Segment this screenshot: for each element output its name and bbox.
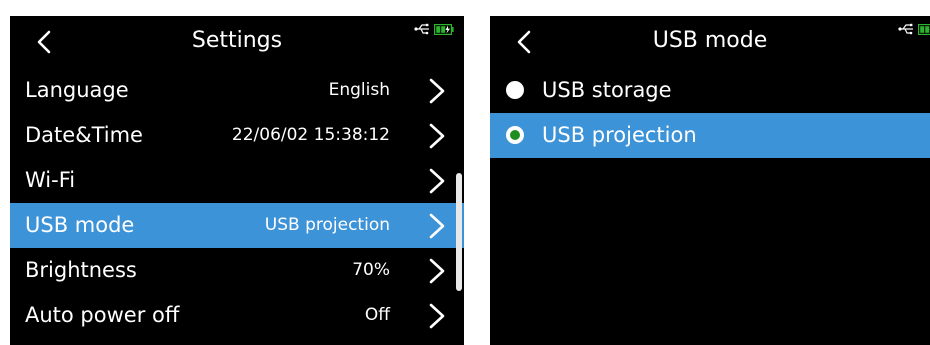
battery-charging-icon [918, 23, 930, 35]
usb-mode-screen: USB mode USB storage USB projection [490, 16, 930, 345]
row-value: USB projection [264, 215, 390, 235]
row-label: USB mode [25, 213, 135, 237]
option-label: USB projection [542, 123, 697, 147]
row-label: Date&Time [25, 123, 143, 147]
row-brightness[interactable]: Brightness 70% [10, 248, 464, 293]
usb-icon [414, 23, 429, 35]
option-usb-storage[interactable]: USB storage [490, 68, 930, 113]
row-value: 22/06/02 15:38:12 [231, 125, 390, 145]
row-language[interactable]: Language English [10, 68, 464, 113]
row-auto-power-off[interactable]: Auto power off Off [10, 293, 464, 338]
row-wifi[interactable]: Wi-Fi [10, 158, 464, 203]
chevron-right-icon [429, 168, 445, 194]
row-label: Brightness [25, 258, 137, 282]
chevron-right-icon [429, 123, 445, 149]
row-date-time[interactable]: Date&Time 22/06/02 15:38:12 [10, 113, 464, 158]
battery-charging-icon [434, 23, 454, 35]
option-usb-projection[interactable]: USB projection [490, 113, 930, 158]
status-bar [898, 22, 930, 36]
settings-screen: Settings Language English Date&Time 22/0… [10, 16, 464, 345]
row-value: English [328, 80, 390, 100]
page-title: Settings [191, 28, 283, 53]
chevron-right-icon [429, 213, 445, 239]
row-value: Off [364, 305, 390, 325]
row-usb-mode[interactable]: USB mode USB projection [10, 203, 464, 248]
row-label: Auto power off [25, 303, 180, 327]
chevron-right-icon [429, 258, 445, 284]
radio-checked-icon[interactable] [506, 126, 524, 144]
chevron-right-icon [429, 78, 445, 104]
scrollbar[interactable] [456, 173, 462, 291]
usb-icon [898, 23, 913, 35]
chevron-right-icon [429, 303, 445, 329]
page-title: USB mode [652, 28, 768, 53]
settings-header: Settings [10, 16, 464, 68]
radio-dot [510, 130, 520, 140]
row-value: 70% [352, 260, 390, 280]
radio-unchecked-icon[interactable] [506, 81, 524, 99]
row-label: Language [25, 78, 129, 102]
option-label: USB storage [542, 78, 672, 102]
status-bar [414, 22, 454, 36]
row-label: Wi-Fi [25, 168, 76, 192]
usb-mode-header: USB mode [490, 16, 930, 68]
